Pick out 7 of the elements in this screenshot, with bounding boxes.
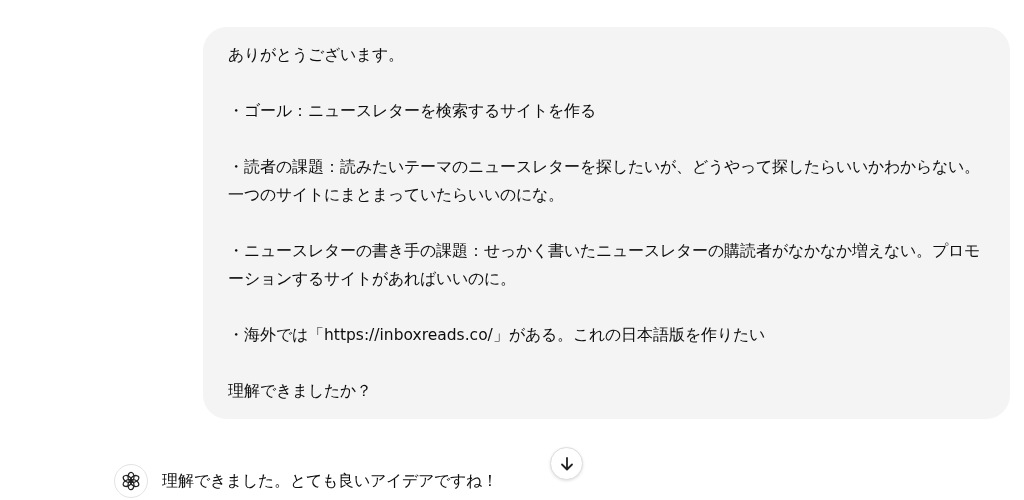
assistant-reply: 理解できました。とても良いアイデアですね！ <box>162 471 498 492</box>
message-text: ・海外では「https://inboxreads.co/」がある。これの日本語版を作りたい <box>228 325 766 346</box>
message-text: ・ゴール：ニュースレターを検索するサイトを作る <box>228 101 597 122</box>
message-text: ・ニュースレターの書き手の課題：せっかく書いたニュースレターの購読者がなかなか増えない。プロモーションするサイトがあればいいのに。 <box>228 241 981 290</box>
message-text: ありがとうございます。 <box>228 45 405 66</box>
message-text: 理解できましたか？ <box>228 381 373 402</box>
message-text: ・読者の課題：読みたいテーマのニュースレターを探したいが、どうやって探したらいいかわからない。一つのサイトにまとまっていたらいいのにな。 <box>228 157 981 206</box>
